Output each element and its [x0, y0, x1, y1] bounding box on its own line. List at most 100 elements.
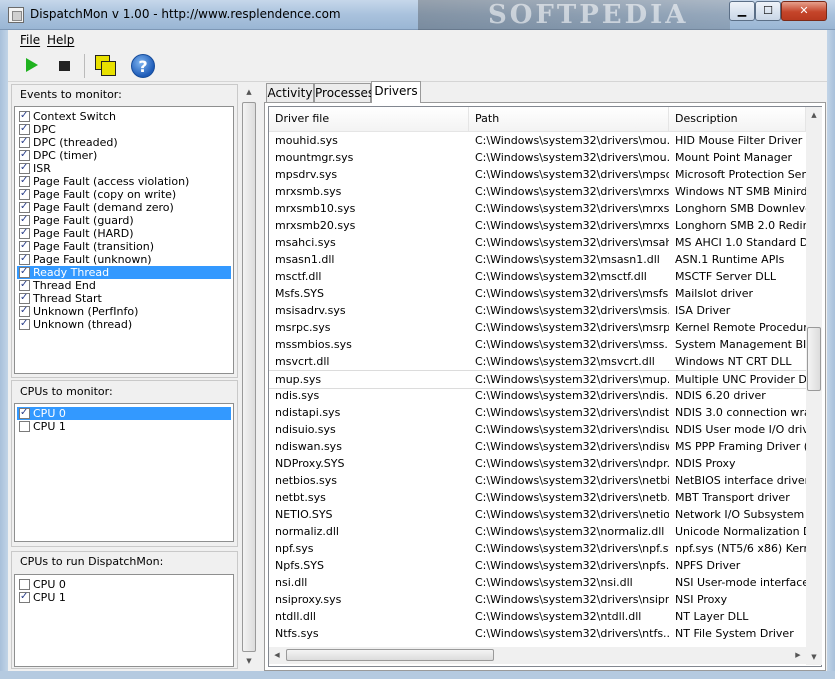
column-header-driver-file[interactable]: Driver file: [269, 107, 469, 131]
table-row[interactable]: mountmgr.sys C:\Windows\system32\drivers\…: [269, 149, 806, 166]
app-icon[interactable]: [8, 7, 24, 23]
scroll-up-icon[interactable]: ▲: [241, 84, 257, 100]
checkbox-unchecked-icon[interactable]: [19, 579, 30, 590]
table-row[interactable]: NDProxy.SYS C:\Windows\system32\drivers\n…: [269, 455, 806, 472]
checkbox-checked-icon[interactable]: [19, 291, 30, 304]
left-scrollbar[interactable]: ▲ ▼: [241, 84, 257, 669]
checkbox-checked-icon[interactable]: [19, 213, 30, 226]
table-row[interactable]: ndiswan.sys C:\Windows\system32\drivers\n…: [269, 438, 806, 455]
event-item[interactable]: Unknown (PerfInfo): [17, 304, 231, 318]
tab-processes[interactable]: Processes: [314, 83, 374, 102]
checkbox-unchecked-icon[interactable]: [19, 421, 30, 432]
table-row[interactable]: msrpc.sys C:\Windows\system32\drivers\msr…: [269, 319, 806, 336]
event-item[interactable]: Page Fault (unknown): [17, 252, 231, 266]
event-item[interactable]: ISR: [17, 161, 231, 175]
table-row[interactable]: mpsdrv.sys C:\Windows\system32\drivers\mp…: [269, 166, 806, 183]
cpu-monitor-item[interactable]: CPU 0: [17, 406, 231, 420]
event-item[interactable]: Context Switch: [17, 109, 231, 123]
table-row[interactable]: mouhid.sys C:\Windows\system32\drivers\mo…: [269, 132, 806, 149]
maximize-button[interactable]: ☐: [755, 1, 781, 21]
list-vscroll-thumb[interactable]: [807, 327, 821, 391]
table-row[interactable]: nsiproxy.sys C:\Windows\system32\drivers\…: [269, 591, 806, 608]
table-row[interactable]: msvcrt.dll C:\Windows\system32\msvcrt.dll…: [269, 353, 806, 370]
table-row[interactable]: netbt.sys C:\Windows\system32\drivers\net…: [269, 489, 806, 506]
event-item[interactable]: DPC (timer): [17, 148, 231, 162]
checkbox-checked-icon[interactable]: [19, 187, 30, 200]
table-row[interactable]: msasn1.dll C:\Windows\system32\msasn1.dll…: [269, 251, 806, 268]
table-row[interactable]: mssmbios.sys C:\Windows\system32\drivers\…: [269, 336, 806, 353]
table-row[interactable]: ntdll.dll C:\Windows\system32\ntdll.dll NT…: [269, 608, 806, 625]
event-item[interactable]: Unknown (thread): [17, 317, 231, 331]
cpu-run-item[interactable]: CPU 1: [17, 590, 231, 604]
scroll-down-icon[interactable]: ▼: [241, 653, 257, 669]
table-row[interactable]: mrxsmb10.sys C:\Windows\system32\drivers\…: [269, 200, 806, 217]
menu-help[interactable]: Help: [47, 33, 74, 47]
event-item[interactable]: DPC (threaded): [17, 135, 231, 149]
event-item[interactable]: Thread Start: [17, 291, 231, 305]
table-row[interactable]: msahci.sys C:\Windows\system32\drivers\ms…: [269, 234, 806, 251]
event-item[interactable]: Page Fault (HARD): [17, 226, 231, 240]
drivers-listview[interactable]: mouhid.sys C:\Windows\system32\drivers\mo…: [268, 106, 822, 667]
table-row[interactable]: Ntfs.sys C:\Windows\system32\drivers\ntfs…: [269, 625, 806, 642]
left-scroll-thumb[interactable]: [242, 102, 256, 652]
column-header-description[interactable]: Description: [669, 107, 806, 131]
event-item[interactable]: Page Fault (guard): [17, 213, 231, 227]
events-listbox[interactable]: Context SwitchDPCDPC (threaded)DPC (time…: [14, 106, 234, 374]
minimize-button[interactable]: ▁: [729, 1, 755, 21]
table-row[interactable]: NETIO.SYS C:\Windows\system32\drivers\net…: [269, 506, 806, 523]
drivers-vscrollbar[interactable]: ▲ ▼: [806, 107, 822, 665]
cpu-run-item[interactable]: CPU 0: [17, 578, 231, 591]
table-row[interactable]: ndis.sys C:\Windows\system32\drivers\ndis…: [269, 387, 806, 404]
table-row[interactable]: ndisuio.sys C:\Windows\system32\drivers\n…: [269, 421, 806, 438]
checkbox-checked-icon[interactable]: [19, 304, 30, 317]
event-item[interactable]: Page Fault (demand zero): [17, 200, 231, 214]
checkbox-checked-icon[interactable]: [19, 252, 30, 265]
event-item[interactable]: Thread End: [17, 278, 231, 292]
event-item[interactable]: DPC: [17, 122, 231, 136]
table-row[interactable]: msctf.dll C:\Windows\system32\msctf.dll MS…: [269, 268, 806, 285]
checkbox-checked-icon[interactable]: [19, 109, 30, 122]
event-item[interactable]: Page Fault (transition): [17, 239, 231, 253]
cpu-monitor-item[interactable]: CPU 1: [17, 420, 231, 433]
checkbox-checked-icon[interactable]: [19, 590, 30, 603]
table-row[interactable]: ndistapi.sys C:\Windows\system32\drivers\…: [269, 404, 806, 421]
checkbox-checked-icon[interactable]: [19, 278, 30, 291]
checkbox-checked-icon[interactable]: [19, 200, 30, 213]
tab-drivers[interactable]: Drivers: [371, 81, 421, 103]
event-item[interactable]: Ready Thread: [17, 265, 231, 279]
checkbox-checked-icon[interactable]: [19, 406, 30, 419]
checkbox-checked-icon[interactable]: [19, 161, 30, 174]
event-item[interactable]: Page Fault (copy on write): [17, 187, 231, 201]
close-button[interactable]: ✕: [781, 1, 827, 21]
table-row[interactable]: npf.sys C:\Windows\system32\drivers\npf.s…: [269, 540, 806, 557]
column-header-path[interactable]: Path: [469, 107, 669, 131]
help-button[interactable]: ?: [131, 54, 155, 78]
list-scroll-down-icon[interactable]: ▼: [806, 649, 822, 665]
checkbox-checked-icon[interactable]: [19, 226, 30, 239]
cpus-run-listbox[interactable]: CPU 0CPU 1: [14, 574, 234, 667]
table-row[interactable]: msisadrv.sys C:\Windows\system32\drivers\…: [269, 302, 806, 319]
table-row[interactable]: mrxsmb.sys C:\Windows\system32\drivers\mr…: [269, 183, 806, 200]
checkbox-checked-icon[interactable]: [19, 239, 30, 252]
list-scroll-up-icon[interactable]: ▲: [806, 107, 822, 123]
list-hscroll-thumb[interactable]: [286, 649, 494, 661]
scroll-right-icon[interactable]: ▶: [790, 647, 806, 664]
checkbox-checked-icon[interactable]: [19, 122, 30, 135]
table-row[interactable]: nsi.dll C:\Windows\system32\nsi.dll NSI Us…: [269, 574, 806, 591]
table-row[interactable]: netbios.sys C:\Windows\system32\drivers\n…: [269, 472, 806, 489]
table-row[interactable]: Msfs.SYS C:\Windows\system32\drivers\msfs…: [269, 285, 806, 302]
checkbox-checked-icon[interactable]: [19, 135, 30, 148]
table-row[interactable]: normaliz.dll C:\Windows\system32\normaliz…: [269, 523, 806, 540]
checkbox-checked-icon[interactable]: [19, 265, 30, 278]
checkbox-checked-icon[interactable]: [19, 148, 30, 161]
event-item[interactable]: Page Fault (access violation): [17, 174, 231, 188]
table-row[interactable]: mrxsmb20.sys C:\Windows\system32\drivers\…: [269, 217, 806, 234]
checkbox-checked-icon[interactable]: [19, 174, 30, 187]
checkbox-checked-icon[interactable]: [19, 317, 30, 330]
tab-activity[interactable]: Activity: [266, 83, 314, 102]
menu-file[interactable]: File: [20, 33, 40, 47]
windows-button[interactable]: [95, 55, 116, 76]
drivers-hscrollbar[interactable]: ◀ ▶: [269, 647, 806, 664]
cpus-monitor-listbox[interactable]: CPU 0CPU 1: [14, 403, 234, 542]
table-row[interactable]: Npfs.SYS C:\Windows\system32\drivers\npfs…: [269, 557, 806, 574]
